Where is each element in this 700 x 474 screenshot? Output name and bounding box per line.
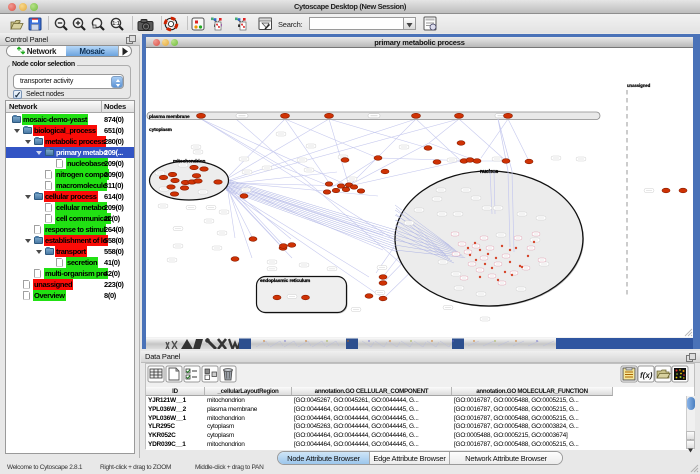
svg-text:1:1: 1:1 [112, 21, 119, 27]
svg-text:unassigned: unassigned [627, 83, 651, 88]
svg-text:plasma membrane: plasma membrane [149, 114, 190, 120]
svg-text:endoplasmic reticulum: endoplasmic reticulum [260, 278, 310, 284]
svg-text:f(x): f(x) [640, 371, 653, 380]
svg-text:mitochondrion: mitochondrion [173, 159, 205, 165]
svg-text:cytoplasm: cytoplasm [149, 127, 172, 133]
svg-text:nucleus: nucleus [480, 169, 499, 175]
